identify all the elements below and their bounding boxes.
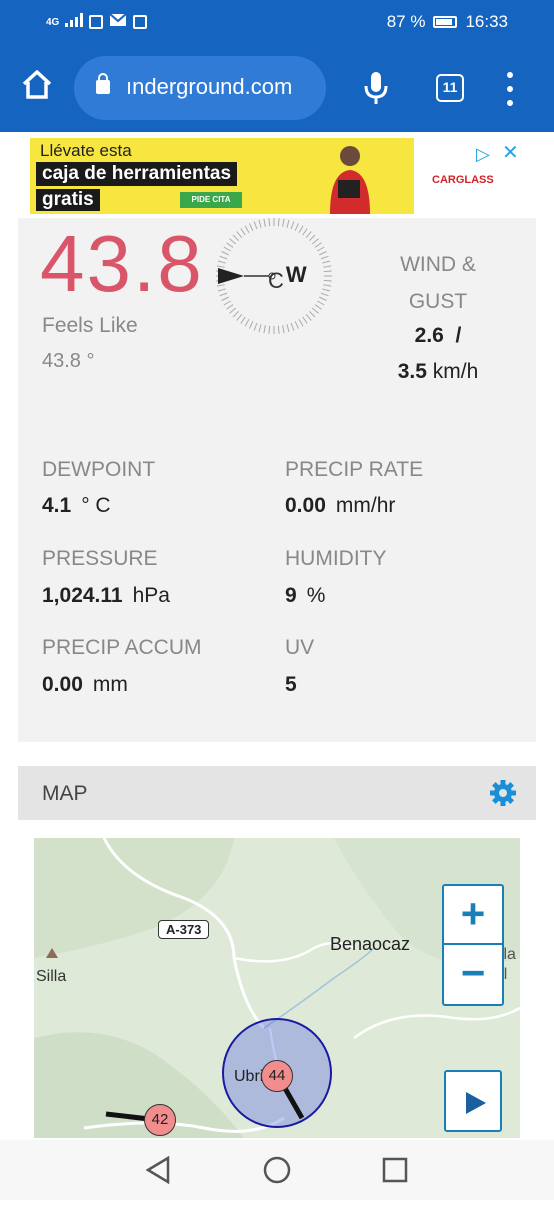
humidity-label: HUMIDITY [285,547,387,570]
pressure-number: 1,024.11 [42,584,123,607]
lock-icon [96,73,110,94]
status-right: 87 % 16:33 [387,12,508,32]
mail-icon [109,12,128,32]
precip-accum-label: PRECIP ACCUM [42,636,202,659]
current-conditions-card: 43.8 CW Feels Like 43.8 ° WIND & GUST 2.… [18,218,536,742]
recents-icon[interactable] [382,1157,408,1183]
wind-gust-label: WIND & GUST [388,246,488,320]
battery-icon [433,16,458,28]
wind-label-line-1: WIND & [400,253,476,276]
uv-value: 5 [285,673,307,697]
back-icon[interactable] [145,1155,170,1185]
pressure-value: 1,024.11 hPa [42,584,170,608]
zoom-control: + − [442,884,504,1006]
map-header: MAP [18,766,536,820]
humidity-unit: % [306,584,326,607]
zoom-out-button[interactable]: − [444,945,502,1004]
status-bar: 4G 87 % 16:33 [0,0,554,44]
zoom-in-button[interactable]: + [444,886,502,945]
feels-like-value: 43.8 ° [42,350,95,372]
network-label: 4G [46,16,60,28]
uv-number: 5 [285,673,297,696]
uv-label: UV [285,636,315,659]
close-ad-icon[interactable]: ✕ [502,140,519,165]
precip-accum-number: 0.00 [42,673,83,696]
ad-person-image [320,142,380,214]
temperature-unit: C [268,268,284,293]
calendar-icon [89,15,104,29]
url-text: ınderground.com [126,74,293,99]
ad-line-2: caja de herramientas [36,162,238,186]
precip-rate-label: PRECIP RATE [285,458,424,481]
tab-switcher-button[interactable]: 11 [436,74,464,102]
wind-gust-values: 2.6 / 3.5 km/h [378,318,498,390]
ad-banner[interactable]: Llévate esta caja de herramientas gratis… [30,138,524,214]
ad-line-3: gratis [36,189,100,211]
home-nav-icon[interactable] [263,1156,291,1184]
status-left: 4G [46,12,148,32]
station-reading-44: 44 [268,1067,286,1084]
wind-direction: CW [268,262,307,293]
precip-rate-unit: mm/hr [335,494,396,517]
wind-label-line-2: GUST [408,290,468,313]
gear-icon[interactable] [488,778,518,808]
browser-toolbar: ınderground.com 11 [0,44,554,132]
ad-brand: CARGLASS [432,174,494,186]
dewpoint-value: 4.1 ° C [42,494,111,518]
pressure-unit: hPa [132,584,170,607]
station-reading-42: 42 [151,1111,169,1128]
wind-separator: / [455,324,462,347]
signal-icon [65,12,84,32]
address-bar[interactable]: ınderground.com [74,56,326,120]
battery-percent: 87 % [386,12,426,31]
system-nav-bar [0,1140,554,1200]
news-icon [133,15,148,29]
wind-unit: km/h [432,360,479,383]
ad-cta-button[interactable]: PIDE CITA [180,192,242,208]
dewpoint-unit: ° C [81,494,111,517]
map-title: MAP [42,782,88,805]
precip-rate-value: 0.00 mm/hr [285,494,395,518]
gust-speed: 3.5 [397,360,427,383]
overflow-menu-icon[interactable] [503,72,517,106]
dewpoint-label: DEWPOINT [42,458,156,481]
precip-accum-value: 0.00 mm [42,673,128,697]
microphone-icon[interactable] [362,70,390,106]
pressure-label: PRESSURE [42,547,158,570]
play-button[interactable] [444,1070,502,1132]
station-marker-44[interactable]: 44 [261,1060,293,1092]
temperature-value: 43.8 [40,219,204,308]
humidity-value: 9% [285,584,325,608]
humidity-number: 9 [285,584,297,607]
precip-accum-unit: mm [92,673,128,696]
precip-rate-number: 0.00 [285,494,326,517]
clock: 16:33 [465,12,508,31]
station-marker-42[interactable]: 42 [144,1104,176,1136]
wind-arrow [218,268,276,284]
wind-direction-label: W [285,262,307,287]
wind-speed: 2.6 [414,324,444,347]
play-icon [466,1092,486,1114]
ad-line-1: Llévate esta [40,141,132,160]
dewpoint-number: 4.1 [42,494,72,517]
adchoices-icon[interactable]: ▷ [476,144,490,165]
feels-like-label: Feels Like [42,314,138,337]
home-icon[interactable] [20,68,54,102]
